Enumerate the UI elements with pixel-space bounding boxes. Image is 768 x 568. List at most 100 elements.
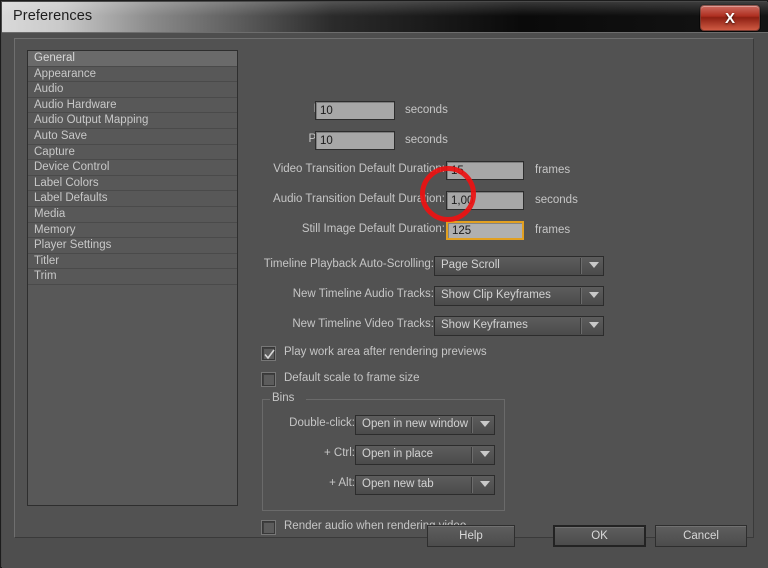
sidebar-item-label: Player Settings <box>34 239 112 252</box>
bins-ctrl-dropdown[interactable]: Open in place <box>355 445 495 465</box>
ok-button[interactable]: OK <box>553 525 646 547</box>
video-transition-label: Video Transition Default Duration: <box>273 163 445 175</box>
sidebar-item-memory[interactable]: Memory <box>28 223 237 239</box>
still-image-unit: frames <box>535 224 571 236</box>
still-image-row: Still Image Default Duration: frames <box>250 221 650 242</box>
sidebar-item-label: Auto Save <box>34 129 88 142</box>
sidebar-item-label: Memory <box>34 223 76 236</box>
close-button[interactable]: X <box>700 5 760 31</box>
preferences-dialog: Preferences X General Appearance Audio Audi… <box>0 0 768 568</box>
sidebar-item-label: Capture <box>34 145 75 158</box>
dropdown-separator <box>471 417 473 433</box>
new-audio-tracks-label: New Timeline Audio Tracks: <box>292 288 434 300</box>
sidebar-item-device-control[interactable]: Device Control <box>28 160 237 176</box>
sidebar-item-media[interactable]: Media <box>28 207 237 223</box>
new-video-tracks-row: New Timeline Video Tracks: Show Keyframe… <box>250 316 625 337</box>
sidebar-item-label: Appearance <box>34 67 97 80</box>
auto-scrolling-label: Timeline Playback Auto-Scrolling: <box>263 258 434 270</box>
sidebar-item-label: General <box>34 52 75 64</box>
audio-transition-input[interactable] <box>446 191 524 210</box>
default-scale-label: Default scale to frame size <box>284 372 420 384</box>
close-icon: X <box>724 9 735 27</box>
bins-alt-dropdown[interactable]: Open new tab <box>355 475 495 495</box>
sidebar-item-appearance[interactable]: Appearance <box>28 67 237 83</box>
cancel-button[interactable]: Cancel <box>655 525 747 547</box>
play-work-area-checkbox[interactable] <box>262 347 275 360</box>
chevron-down-icon <box>480 481 490 487</box>
settings-form: Preroll: seconds Postroll: seconds Video… <box>250 45 742 535</box>
bins-double-click-row: Double-click: Open in new window <box>263 415 495 436</box>
check-icon <box>264 349 275 360</box>
dropdown-separator <box>580 318 582 334</box>
sidebar-item-titler[interactable]: Titler <box>28 254 237 270</box>
chevron-down-icon <box>589 292 599 298</box>
postroll-input[interactable] <box>315 131 395 150</box>
auto-scrolling-row: Timeline Playback Auto-Scrolling: Page S… <box>250 256 625 277</box>
bins-alt-row: + Alt: Open new tab <box>263 475 495 496</box>
sidebar-item-general[interactable]: General <box>28 51 237 67</box>
bins-alt-label: + Alt: <box>329 477 355 489</box>
sidebar-item-label-defaults[interactable]: Label Defaults <box>28 191 237 207</box>
sidebar-item-capture[interactable]: Capture <box>28 145 237 161</box>
postroll-unit: seconds <box>405 134 448 146</box>
bins-double-click-value: Open in new window <box>362 418 469 430</box>
chevron-down-icon <box>480 421 490 427</box>
chevron-down-icon <box>480 451 490 457</box>
dropdown-separator <box>580 288 582 304</box>
preroll-unit: seconds <box>405 104 448 116</box>
still-image-label: Still Image Default Duration: <box>301 223 445 235</box>
bins-ctrl-value: Open in place <box>362 448 433 460</box>
sidebar-item-trim[interactable]: Trim <box>28 269 237 285</box>
new-audio-tracks-row: New Timeline Audio Tracks: Show Clip Key… <box>250 286 625 307</box>
title-bar: Preferences X <box>2 2 768 32</box>
sidebar-item-audio-hardware[interactable]: Audio Hardware <box>28 98 237 114</box>
sidebar-item-label: Audio Output Mapping <box>34 114 149 127</box>
dialog-body: General Appearance Audio Audio Hardware Audi… <box>2 32 768 568</box>
preroll-row: Preroll: seconds <box>250 101 595 122</box>
sidebar-item-label: Device Control <box>34 161 110 174</box>
bins-group: Double-click: Open in new window + Ctrl:… <box>262 399 505 511</box>
audio-transition-label: Audio Transition Default Duration: <box>273 193 445 205</box>
dropdown-separator <box>580 258 582 274</box>
audio-transition-unit: seconds <box>535 194 578 206</box>
sidebar-item-label: Media <box>34 207 66 220</box>
render-audio-checkbox[interactable] <box>262 521 275 534</box>
sidebar-item-audio[interactable]: Audio <box>28 82 237 98</box>
dropdown-separator <box>471 477 473 493</box>
sidebar-item-label: Audio Hardware <box>34 98 117 111</box>
sidebar-item-auto-save[interactable]: Auto Save <box>28 129 237 145</box>
bins-ctrl-row: + Ctrl: Open in place <box>263 445 495 466</box>
sidebar-item-label: Label Colors <box>34 176 99 189</box>
bins-double-click-label: Double-click: <box>289 417 355 429</box>
new-audio-tracks-value: Show Clip Keyframes <box>441 289 551 301</box>
chevron-down-icon <box>589 262 599 268</box>
sidebar-item-audio-output-mapping[interactable]: Audio Output Mapping <box>28 113 237 129</box>
dropdown-separator <box>471 447 473 463</box>
still-image-default-duration-input[interactable] <box>446 221 524 240</box>
sidebar-item-label: Titler <box>34 254 60 267</box>
bins-ctrl-label: + Ctrl: <box>324 447 355 459</box>
play-work-area-label: Play work area after rendering previews <box>284 346 487 358</box>
postroll-row: Postroll: seconds <box>250 131 595 152</box>
content-panel: General Appearance Audio Audio Hardware Audi… <box>14 38 754 538</box>
bins-alt-value: Open new tab <box>362 478 434 490</box>
new-video-tracks-value: Show Keyframes <box>441 319 528 331</box>
help-button[interactable]: Help <box>427 525 515 547</box>
video-transition-input[interactable] <box>446 161 524 180</box>
new-audio-tracks-dropdown[interactable]: Show Clip Keyframes <box>434 286 604 306</box>
default-scale-checkbox[interactable] <box>262 373 275 386</box>
new-video-tracks-dropdown[interactable]: Show Keyframes <box>434 316 604 336</box>
auto-scrolling-dropdown[interactable]: Page Scroll <box>434 256 604 276</box>
sidebar-item-label: Trim <box>34 270 57 283</box>
sidebar-item-player-settings[interactable]: Player Settings <box>28 238 237 254</box>
preroll-input[interactable] <box>315 101 395 120</box>
audio-transition-row: Audio Transition Default Duration: secon… <box>250 191 650 212</box>
video-transition-unit: frames <box>535 164 571 176</box>
sidebar-item-label: Audio <box>34 83 64 96</box>
bins-double-click-dropdown[interactable]: Open in new window <box>355 415 495 435</box>
category-list[interactable]: General Appearance Audio Audio Hardware Audi… <box>27 50 238 506</box>
chevron-down-icon <box>589 322 599 328</box>
sidebar-item-label-colors[interactable]: Label Colors <box>28 176 237 192</box>
sidebar-item-label: Label Defaults <box>34 192 108 205</box>
auto-scrolling-value: Page Scroll <box>441 259 500 271</box>
